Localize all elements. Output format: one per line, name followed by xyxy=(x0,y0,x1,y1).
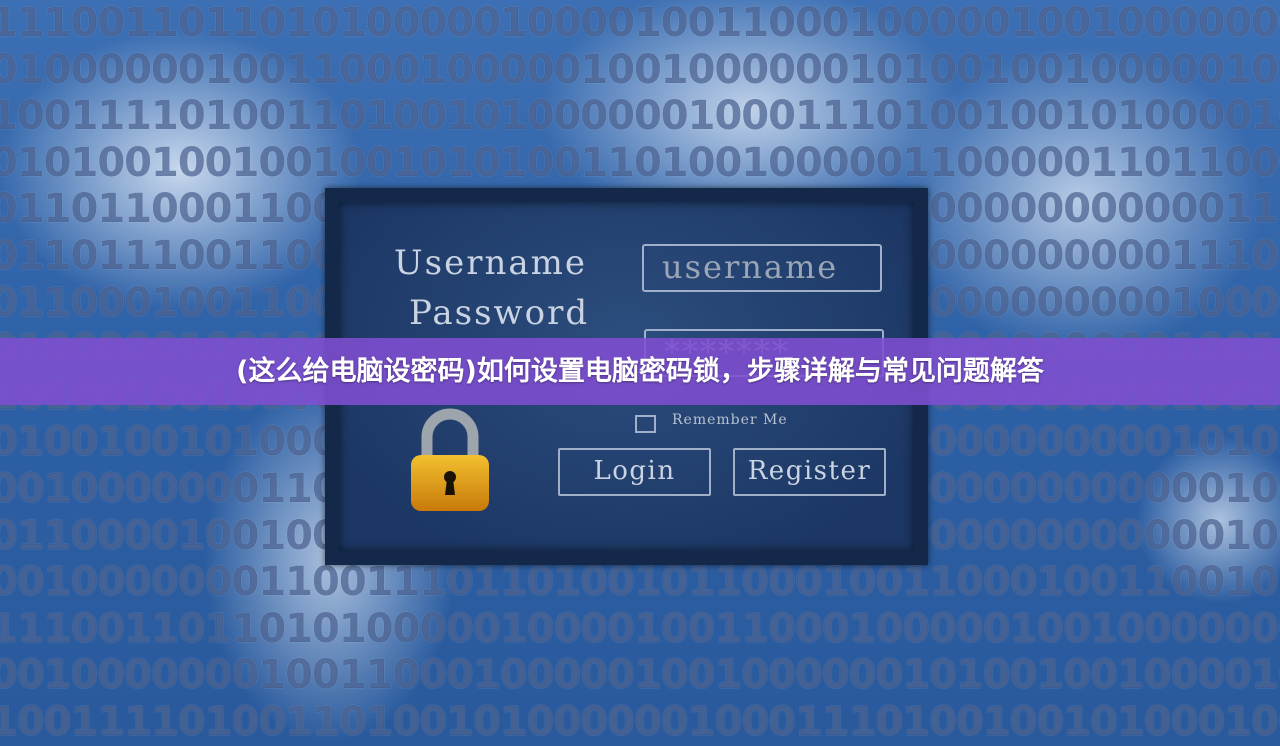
remember-checkbox xyxy=(635,415,656,433)
username-field: username xyxy=(642,244,882,292)
binary-row: 1001111010011010010100000010001110100100… xyxy=(0,698,1280,745)
register-button: Register xyxy=(733,448,886,496)
binary-row: 0010000000100110001000001001000000101001… xyxy=(0,652,1280,699)
article-title: (这么给电脑设密码)如何设置电脑密码锁，步骤详解与常见问题解答 xyxy=(236,356,1044,387)
binary-row: 0101001001001001010100110100100000110000… xyxy=(0,139,1280,186)
binary-row: 1001111010011010010100000010001110100100… xyxy=(0,93,1280,140)
username-label: Username xyxy=(394,243,588,283)
padlock-icon xyxy=(411,408,489,511)
binary-row: 0010000000110011101101001011000100110001… xyxy=(0,559,1280,606)
binary-row: 1110011011010100000100001001100010000010… xyxy=(0,605,1280,652)
login-button: Login xyxy=(558,448,711,496)
binary-row: 1110011011010100000100001001100010000010… xyxy=(0,0,1280,46)
password-label: Password xyxy=(409,293,590,333)
binary-row: 0100000010011000100000100100000010100100… xyxy=(0,46,1280,93)
remember-label: Remember Me xyxy=(672,412,788,428)
